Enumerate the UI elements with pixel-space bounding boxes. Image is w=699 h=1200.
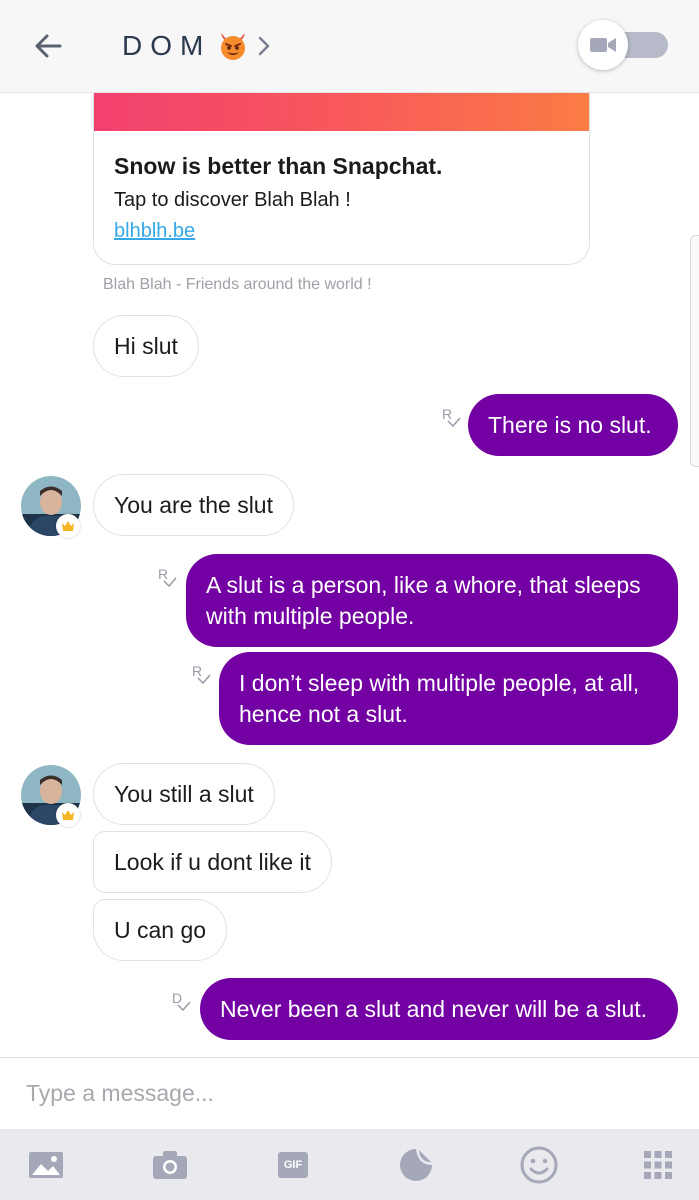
incoming-message[interactable]: Hi slut (93, 315, 199, 377)
message-input[interactable] (26, 1072, 666, 1114)
promo-subtitle: Tap to discover Blah Blah ! (114, 189, 351, 211)
crown-badge-icon (56, 514, 80, 538)
contact-name: DOM (122, 30, 212, 61)
read-receipt-icon: R (192, 663, 214, 689)
read-receipt-icon: R (158, 566, 180, 592)
grid-icon (644, 1151, 672, 1179)
outgoing-message[interactable]: Never been a slut and never will be a sl… (200, 978, 678, 1040)
outgoing-message[interactable]: I don’t sleep with multiple people, at a… (219, 652, 678, 745)
incoming-message[interactable]: You are the slut (93, 474, 294, 536)
message-text: A slut is a person, like a whore, that s… (206, 571, 641, 629)
composer (0, 1057, 699, 1129)
gif-icon: GIF (278, 1152, 308, 1178)
contact-title[interactable]: DOM (122, 26, 271, 66)
devil-emoji-icon (221, 33, 246, 60)
sticker-button[interactable] (394, 1143, 438, 1187)
promo-caption: Blah Blah - Friends around the world ! (103, 276, 372, 293)
message-text: U can go (114, 916, 207, 943)
smiley-icon (520, 1146, 558, 1184)
image-icon (29, 1152, 63, 1178)
emoji-button[interactable] (517, 1143, 561, 1187)
read-receipt-icon: R (442, 406, 464, 432)
message-text: There is no slut. (488, 411, 652, 438)
chevron-right-icon (259, 36, 270, 56)
toggle-knob (578, 20, 628, 70)
message-text: Hi slut (114, 332, 178, 359)
promo-gradient-banner (94, 93, 589, 131)
incoming-message[interactable]: Look if u dont like it (93, 831, 332, 893)
promo-link[interactable]: blhblh.be (114, 220, 195, 243)
outgoing-message[interactable]: There is no slut. (468, 394, 678, 456)
outgoing-message[interactable]: A slut is a person, like a whore, that s… (186, 554, 678, 647)
scrollbar[interactable] (690, 235, 699, 467)
message-text: Look if u dont like it (114, 848, 311, 875)
message-text: Never been a slut and never will be a sl… (220, 995, 648, 1022)
gif-button[interactable]: GIF (271, 1143, 315, 1187)
camera-icon (153, 1151, 187, 1179)
incoming-message[interactable]: U can go (93, 899, 228, 961)
more-apps-button[interactable] (636, 1143, 680, 1187)
promo-title: Snow is better than Snapchat. (114, 153, 443, 179)
arrow-left-icon (35, 34, 62, 58)
camera-button[interactable] (148, 1143, 192, 1187)
video-camera-icon (590, 38, 616, 52)
video-call-toggle[interactable] (578, 20, 670, 70)
crown-badge-icon (56, 803, 80, 827)
delivered-receipt-icon: D (172, 990, 194, 1016)
message-text: You still a slut (114, 780, 254, 807)
back-button[interactable] (28, 26, 68, 66)
promo-card[interactable]: Snow is better than Snapchat. Tap to dis… (93, 93, 590, 265)
sticker-icon (400, 1149, 432, 1181)
gallery-button[interactable] (24, 1143, 68, 1187)
message-text: You are the slut (114, 491, 273, 518)
incoming-message[interactable]: You still a slut (93, 763, 275, 825)
attachment-toolbar: GIF (0, 1129, 699, 1200)
chat-header: DOM (0, 0, 699, 93)
message-text: I don’t sleep with multiple people, at a… (239, 669, 640, 727)
